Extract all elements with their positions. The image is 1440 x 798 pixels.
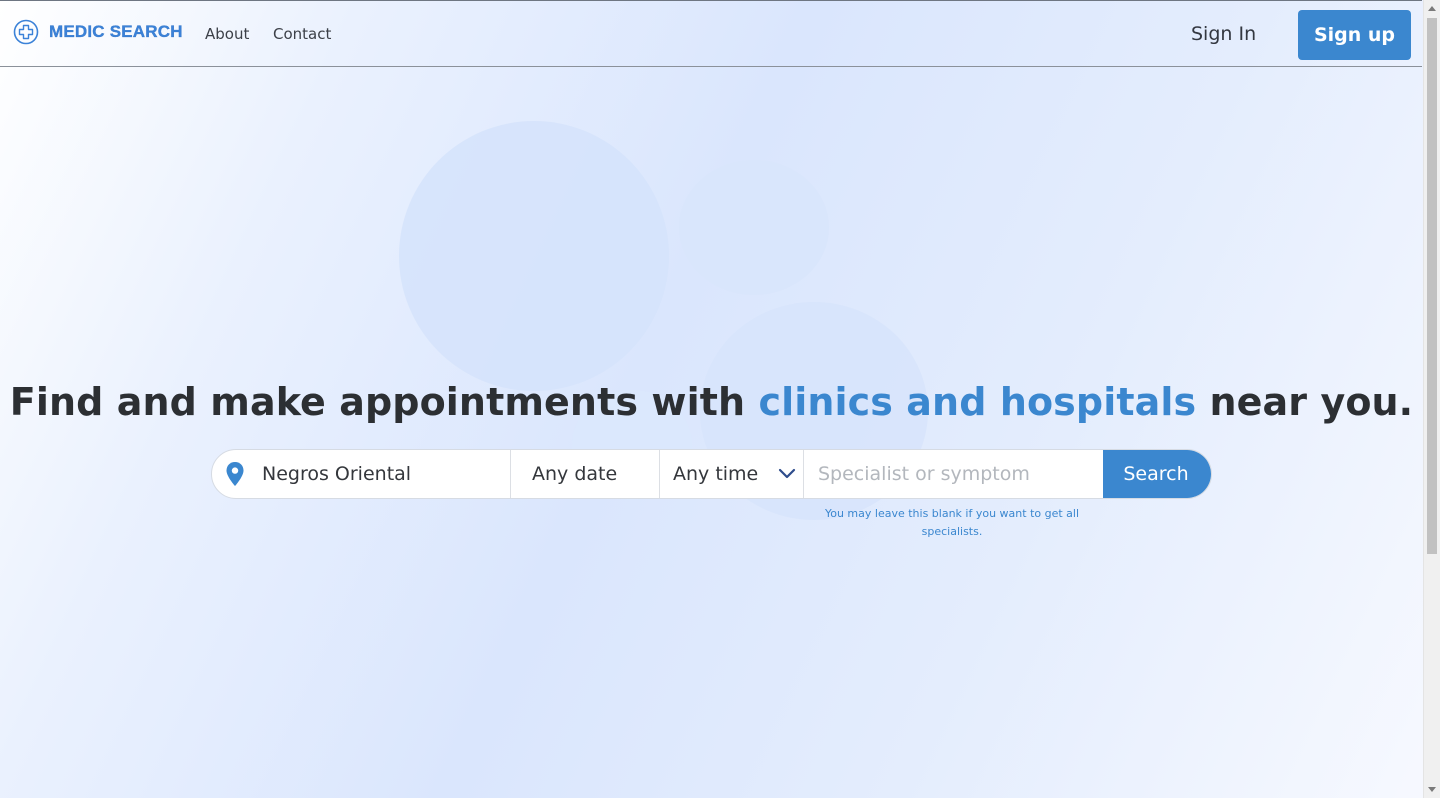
scrollbar-thumb[interactable] bbox=[1427, 18, 1437, 554]
time-select[interactable]: Any time bbox=[660, 450, 804, 498]
chevron-down-icon bbox=[779, 468, 796, 479]
hero-headline: Find and make appointments with clinics … bbox=[0, 380, 1423, 424]
vertical-scrollbar[interactable] bbox=[1423, 0, 1440, 798]
decorative-circle bbox=[679, 160, 829, 295]
nav-link-contact[interactable]: Contact bbox=[273, 25, 331, 43]
time-value: Any time bbox=[673, 463, 759, 485]
location-value: Negros Oriental bbox=[262, 463, 412, 485]
specialist-symptom-input[interactable]: Specialist or symptom bbox=[804, 450, 1103, 498]
scroll-up-arrow-icon[interactable] bbox=[1424, 0, 1440, 17]
scroll-down-arrow-icon[interactable] bbox=[1424, 781, 1440, 798]
decorative-circle bbox=[399, 121, 669, 391]
symptom-placeholder: Specialist or symptom bbox=[818, 463, 1030, 485]
brand-name: MEDIC SEARCH bbox=[49, 22, 183, 41]
headline-text-end: near you. bbox=[1196, 380, 1414, 425]
headline-text-start: Find and make appointments with bbox=[9, 380, 759, 425]
medical-cross-icon bbox=[13, 19, 39, 45]
headline-accent: clinics and hospitals bbox=[758, 380, 1197, 425]
search-button[interactable]: Search bbox=[1103, 450, 1211, 498]
brand-logo-link[interactable]: MEDIC SEARCH bbox=[13, 19, 183, 45]
date-picker[interactable]: Any date bbox=[511, 450, 660, 498]
location-field[interactable]: Negros Oriental bbox=[212, 450, 511, 498]
page: MEDIC SEARCH About Contact Sign In Sign … bbox=[0, 0, 1423, 798]
nav-link-about[interactable]: About bbox=[205, 25, 249, 43]
search-bar: Negros Oriental Any date Any time Specia… bbox=[211, 449, 1212, 499]
symptom-hint: You may leave this blank if you want to … bbox=[824, 507, 1080, 538]
location-pin-icon bbox=[226, 462, 244, 486]
sign-up-button[interactable]: Sign up bbox=[1298, 10, 1411, 60]
date-value: Any date bbox=[532, 463, 618, 485]
navbar: MEDIC SEARCH About Contact Sign In Sign … bbox=[0, 0, 1422, 67]
sign-in-link[interactable]: Sign In bbox=[1191, 23, 1256, 45]
